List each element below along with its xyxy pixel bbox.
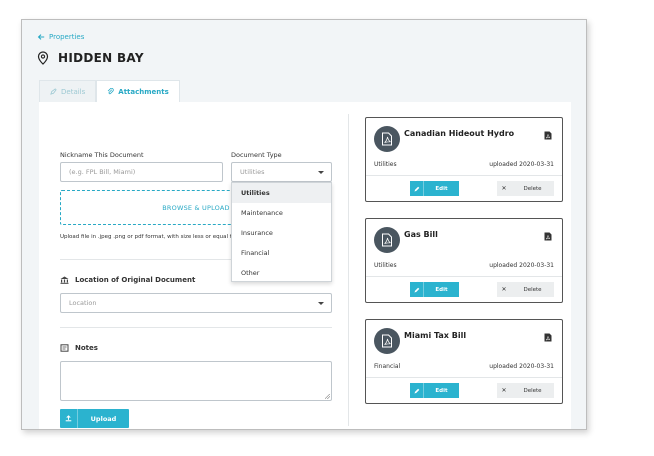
- document-name: Canadian Hideout Hydro: [404, 129, 515, 138]
- edit-button-label: Edit: [435, 185, 448, 192]
- document-upload-date: uploaded 2020-03-31: [489, 161, 554, 168]
- pencil-icon: [50, 88, 57, 95]
- section-divider: [60, 327, 332, 328]
- document-name: Miami Tax Bill: [404, 331, 467, 340]
- nickname-placeholder: (e.g. FPL Bill, Miami): [69, 168, 136, 176]
- upload-button[interactable]: Upload: [60, 409, 129, 428]
- edit-icon: [414, 388, 419, 393]
- bank-icon: [60, 276, 69, 284]
- pdf-icon[interactable]: [544, 232, 552, 241]
- edit-button-label: Edit: [435, 387, 448, 394]
- map-pin-icon: [37, 51, 49, 65]
- card-divider: [366, 175, 562, 176]
- dropzone-label: BROWSE & UPLOAD: [162, 203, 230, 212]
- paperclip-icon: [108, 88, 114, 95]
- document-name: Gas Bill: [404, 230, 438, 239]
- pdf-file-icon: [382, 132, 392, 146]
- delete-button-label: Delete: [523, 387, 542, 394]
- back-link-label: Properties: [49, 33, 85, 41]
- delete-button[interactable]: ✕ Delete: [497, 282, 554, 297]
- page-background: Properties HIDDEN BAY Details Attachment…: [22, 20, 586, 429]
- document-card: Miami Tax Bill Financial uploaded 2020-0…: [365, 319, 563, 404]
- dropdown-option-other[interactable]: Other: [232, 263, 331, 283]
- delete-button-label: Delete: [523, 286, 542, 293]
- document-type-label: Document Type: [231, 151, 282, 159]
- notes-section-title: Notes: [60, 344, 98, 352]
- edit-button[interactable]: Edit: [410, 383, 459, 398]
- notes-title: Notes: [75, 344, 98, 352]
- back-to-properties-link[interactable]: Properties: [37, 33, 84, 41]
- pdf-file-icon: [382, 233, 392, 247]
- arrow-left-icon: [37, 34, 45, 40]
- document-upload-date: uploaded 2020-03-31: [489, 363, 554, 370]
- document-type-dropdown: Utilities Maintenance Insurance Financia…: [231, 182, 332, 282]
- upload-icon-wrap: [60, 409, 78, 428]
- tab-bar: Details Attachments: [39, 80, 180, 102]
- pdf-icon[interactable]: [544, 131, 552, 140]
- upload-hint: Upload file in .jpeg .png or pdf format,…: [60, 234, 249, 240]
- document-upload-date: uploaded 2020-03-31: [489, 262, 554, 269]
- close-icon: ✕: [501, 185, 507, 192]
- document-card: Canadian Hideout Hydro Utilities uploade…: [365, 117, 563, 202]
- close-icon: ✕: [501, 286, 507, 293]
- document-avatar: [374, 328, 400, 354]
- location-section-title: Location of Original Document: [60, 276, 195, 284]
- edit-button[interactable]: Edit: [410, 282, 459, 297]
- document-category: Utilities: [374, 161, 397, 168]
- edit-button-label: Edit: [435, 286, 448, 293]
- document-type-value: Utilities: [240, 168, 265, 176]
- notes-textarea[interactable]: [60, 361, 332, 401]
- edit-icon: [414, 287, 419, 292]
- nickname-label: Nickname This Document: [60, 151, 144, 159]
- document-avatar: [374, 227, 400, 253]
- tab-attachments-label: Attachments: [118, 87, 169, 96]
- tab-details-label: Details: [61, 87, 86, 96]
- document-category: Utilities: [374, 262, 397, 269]
- location-placeholder: Location: [69, 299, 97, 307]
- edit-icon: [414, 186, 419, 191]
- edit-icon-wrap: [410, 282, 424, 297]
- app-window: Properties HIDDEN BAY Details Attachment…: [21, 19, 587, 430]
- edit-button[interactable]: Edit: [410, 181, 459, 196]
- chevron-down-icon: [318, 301, 324, 305]
- property-header: HIDDEN BAY: [37, 51, 144, 65]
- document-category: Financial: [374, 363, 401, 370]
- delete-button[interactable]: ✕ Delete: [497, 181, 554, 196]
- location-select[interactable]: Location: [60, 293, 332, 313]
- upload-icon: [65, 415, 72, 422]
- dropdown-option-utilities[interactable]: Utilities: [232, 183, 331, 203]
- card-divider: [366, 276, 562, 277]
- tab-attachments[interactable]: Attachments: [96, 80, 180, 102]
- attachments-panel: Nickname This Document (e.g. FPL Bill, M…: [39, 102, 571, 429]
- edit-icon-wrap: [410, 181, 424, 196]
- chevron-down-icon: [318, 170, 324, 174]
- delete-button[interactable]: ✕ Delete: [497, 383, 554, 398]
- pdf-icon[interactable]: [544, 333, 552, 342]
- resize-handle[interactable]: [325, 394, 330, 399]
- dropdown-option-financial[interactable]: Financial: [232, 243, 331, 263]
- document-avatar: [374, 126, 400, 152]
- nickname-input[interactable]: (e.g. FPL Bill, Miami): [60, 162, 223, 182]
- pdf-file-icon: [382, 334, 392, 348]
- edit-icon-wrap: [410, 383, 424, 398]
- dropdown-option-insurance[interactable]: Insurance: [232, 223, 331, 243]
- card-divider: [366, 377, 562, 378]
- column-divider: [348, 114, 349, 426]
- document-card: Gas Bill Utilities uploaded 2020-03-31 E…: [365, 218, 563, 303]
- tab-details[interactable]: Details: [39, 80, 97, 102]
- close-icon: ✕: [501, 387, 507, 394]
- location-title: Location of Original Document: [75, 276, 196, 284]
- page-title: HIDDEN BAY: [58, 51, 144, 65]
- dropdown-option-maintenance[interactable]: Maintenance: [232, 203, 331, 223]
- document-type-select[interactable]: Utilities: [231, 162, 332, 182]
- upload-button-label: Upload: [90, 414, 117, 423]
- note-icon: [60, 344, 69, 352]
- delete-button-label: Delete: [523, 185, 542, 192]
